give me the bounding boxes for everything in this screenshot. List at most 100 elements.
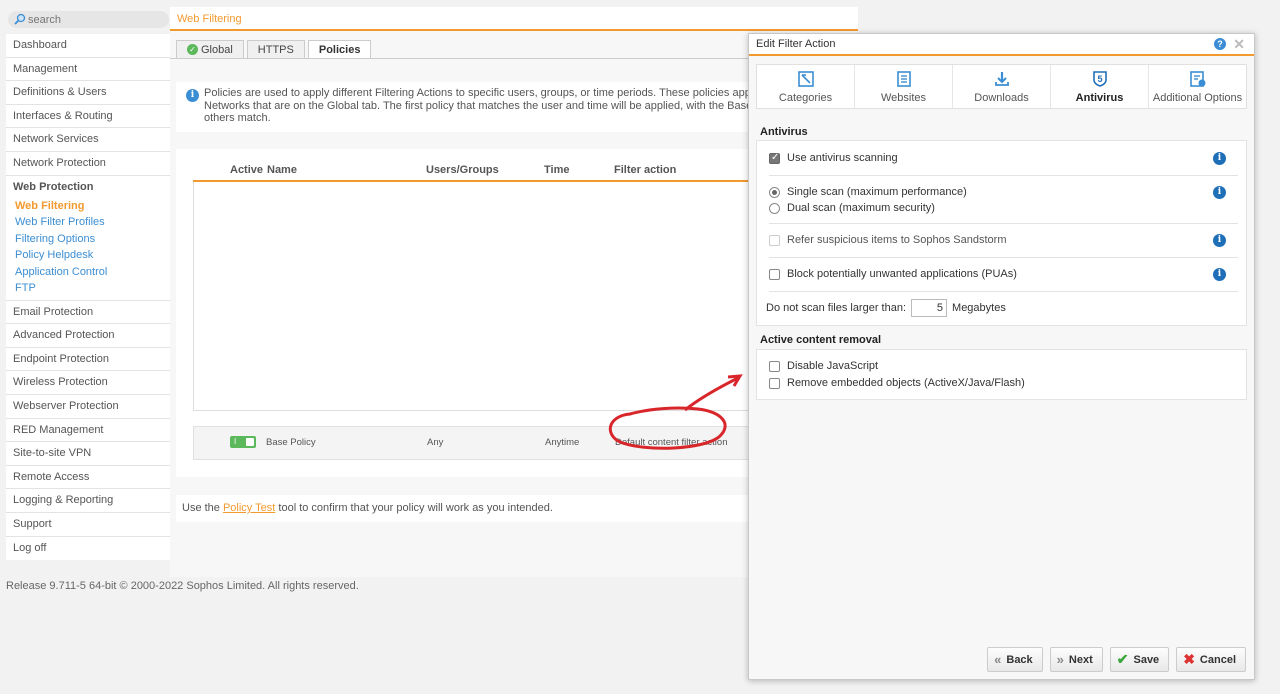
- download-icon: [994, 72, 1009, 86]
- tab-antivirus-label: Antivirus: [1075, 92, 1124, 104]
- dual-scan-radio[interactable]: [769, 202, 780, 214]
- next-button[interactable]: » Next: [1049, 647, 1103, 672]
- disable-javascript-option[interactable]: Disable JavaScript: [769, 360, 878, 372]
- separator: [769, 175, 1238, 176]
- sandstorm-checkbox[interactable]: [769, 234, 780, 246]
- tab-global[interactable]: ✓ Global: [176, 40, 244, 58]
- single-scan-radio[interactable]: [769, 186, 780, 198]
- cancel-button[interactable]: ✖ Cancel: [1176, 647, 1246, 672]
- sidebar-item-dashboard[interactable]: Dashboard: [6, 34, 170, 58]
- save-button[interactable]: ✔ Save: [1109, 647, 1170, 672]
- sidebar-item-log-off[interactable]: Log off: [6, 537, 170, 561]
- info-icon-pua[interactable]: i: [1213, 268, 1226, 281]
- max-scan-size-row: Do not scan files larger than: Megabytes: [766, 299, 1006, 317]
- active-content-options-box: Disable JavaScript Remove embedded objec…: [756, 349, 1247, 400]
- close-icon[interactable]: ✕: [1233, 36, 1245, 52]
- dual-scan-option[interactable]: Dual scan (maximum security): [769, 202, 935, 214]
- info-icon-use-antivirus[interactable]: i: [1213, 152, 1226, 165]
- lock-icon: [246, 438, 254, 446]
- tab-antivirus[interactable]: 5 Antivirus: [1051, 65, 1149, 108]
- info-icon-sandstorm[interactable]: i: [1213, 234, 1226, 247]
- max-scan-size-input[interactable]: [911, 299, 948, 317]
- base-policy-filter-action[interactable]: Default content filter action: [615, 437, 727, 448]
- sidebar-item-endpoint-protection[interactable]: Endpoint Protection: [6, 348, 170, 372]
- max-scan-size-label: Do not scan files larger than:: [766, 302, 907, 314]
- single-scan-option[interactable]: Single scan (maximum performance): [769, 186, 967, 198]
- sidebar-item-webserver-protection[interactable]: Webserver Protection: [6, 395, 170, 419]
- sidebar-subitem-ftp[interactable]: FTP: [6, 280, 170, 297]
- hint-prefix: Use the: [182, 502, 223, 514]
- sidebar-subitem-web-filter-profiles[interactable]: Web Filter Profiles: [6, 214, 170, 231]
- pua-option[interactable]: Block potentially unwanted applications …: [769, 268, 1017, 280]
- search-icon: [14, 13, 26, 25]
- use-antivirus-option[interactable]: Use antivirus scanning: [769, 152, 898, 164]
- column-users-groups[interactable]: Users/Groups: [426, 164, 499, 176]
- sidebar-subitem-application-control[interactable]: Application Control: [6, 264, 170, 281]
- dialog-title-bar: Edit Filter Action ? ✕: [749, 34, 1254, 56]
- tab-categories[interactable]: Categories: [757, 65, 855, 108]
- use-antivirus-label: Use antivirus scanning: [787, 152, 898, 164]
- remove-embedded-option[interactable]: Remove embedded objects (ActiveX/Java/Fl…: [769, 377, 1025, 389]
- policy-test-link[interactable]: Policy Test: [223, 502, 275, 514]
- tab-websites-label: Websites: [880, 92, 927, 104]
- sidebar-item-logging-reporting[interactable]: Logging & Reporting: [6, 489, 170, 513]
- tab-websites[interactable]: Websites: [855, 65, 953, 108]
- sidebar-item-site-to-site-vpn[interactable]: Site-to-site VPN: [6, 442, 170, 466]
- tab-additional-options-label: Additional Options: [1152, 92, 1243, 104]
- sidebar-item-advanced-protection[interactable]: Advanced Protection: [6, 324, 170, 348]
- sidebar-item-network-services[interactable]: Network Services: [6, 128, 170, 152]
- tab-https[interactable]: HTTPS: [246, 40, 305, 58]
- dialog-button-bar: « Back » Next ✔ Save ✖ Cancel: [987, 647, 1246, 672]
- antivirus-options-box: Use antivirus scanning i Single scan (ma…: [756, 140, 1247, 326]
- sidebar-subitem-policy-helpdesk[interactable]: Policy Helpdesk: [6, 247, 170, 264]
- sidebar-item-network-protection[interactable]: Network Protection: [6, 152, 170, 176]
- sidebar-item-web-protection[interactable]: Web Protection: [6, 176, 170, 198]
- sidebar-item-support[interactable]: Support: [6, 513, 170, 537]
- tab-downloads[interactable]: Downloads: [953, 65, 1051, 108]
- back-button[interactable]: « Back: [987, 647, 1043, 672]
- tab-policies-label: Policies: [318, 44, 361, 56]
- save-button-label: Save: [1133, 653, 1160, 666]
- edit-filter-action-dialog: Edit Filter Action ? ✕ Categories Websit…: [748, 33, 1255, 680]
- remove-embedded-checkbox[interactable]: [769, 377, 780, 389]
- tab-global-label: Global: [201, 43, 233, 56]
- sidebar-item-interfaces-routing[interactable]: Interfaces & Routing: [6, 105, 170, 129]
- sidebar-subitem-web-filtering[interactable]: Web Filtering: [6, 198, 170, 215]
- sidebar-item-email-protection[interactable]: Email Protection: [6, 301, 170, 325]
- hint-suffix: tool to confirm that your policy will wo…: [275, 502, 553, 514]
- single-scan-label: Single scan (maximum performance): [787, 186, 967, 198]
- sidebar-item-definitions-users[interactable]: Definitions & Users: [6, 81, 170, 105]
- page-title: Web Filtering: [170, 7, 858, 31]
- dual-scan-label: Dual scan (maximum security): [787, 202, 935, 214]
- sidebar-subitem-filtering-options[interactable]: Filtering Options: [6, 231, 170, 248]
- search-box[interactable]: [8, 11, 169, 28]
- sidebar-group-web-protection: Web Protection Web Filtering Web Filter …: [6, 176, 170, 301]
- sidebar-nav: Dashboard Management Definitions & Users…: [6, 34, 170, 561]
- toggle-label: I: [234, 437, 237, 446]
- sidebar-item-wireless-protection[interactable]: Wireless Protection: [6, 371, 170, 395]
- disable-javascript-checkbox[interactable]: [769, 360, 780, 372]
- tab-additional-options[interactable]: Additional Options: [1149, 65, 1246, 108]
- separator: [769, 223, 1238, 224]
- websites-icon: [896, 71, 911, 87]
- cancel-button-label: Cancel: [1199, 653, 1236, 666]
- sidebar-item-red-management[interactable]: RED Management: [6, 419, 170, 443]
- search-input[interactable]: [28, 11, 163, 28]
- active-toggle[interactable]: I: [230, 436, 256, 448]
- column-filter-action[interactable]: Filter action: [614, 164, 676, 176]
- sidebar-item-remote-access[interactable]: Remote Access: [6, 466, 170, 490]
- cross-icon: ✖: [1183, 651, 1195, 667]
- back-button-label: Back: [1006, 653, 1033, 666]
- tab-policies[interactable]: Policies: [307, 40, 372, 59]
- sandstorm-option[interactable]: Refer suspicious items to Sophos Sandsto…: [769, 234, 1007, 246]
- sidebar-item-management[interactable]: Management: [6, 58, 170, 82]
- help-icon[interactable]: ?: [1214, 38, 1226, 50]
- separator: [769, 257, 1238, 258]
- pua-checkbox[interactable]: [769, 268, 780, 280]
- info-icon-scan-mode[interactable]: i: [1213, 186, 1226, 199]
- categories-icon: [797, 71, 814, 87]
- use-antivirus-checkbox[interactable]: [769, 152, 780, 164]
- column-active[interactable]: Active: [230, 164, 263, 176]
- column-time[interactable]: Time: [544, 164, 569, 176]
- column-name[interactable]: Name: [267, 164, 297, 176]
